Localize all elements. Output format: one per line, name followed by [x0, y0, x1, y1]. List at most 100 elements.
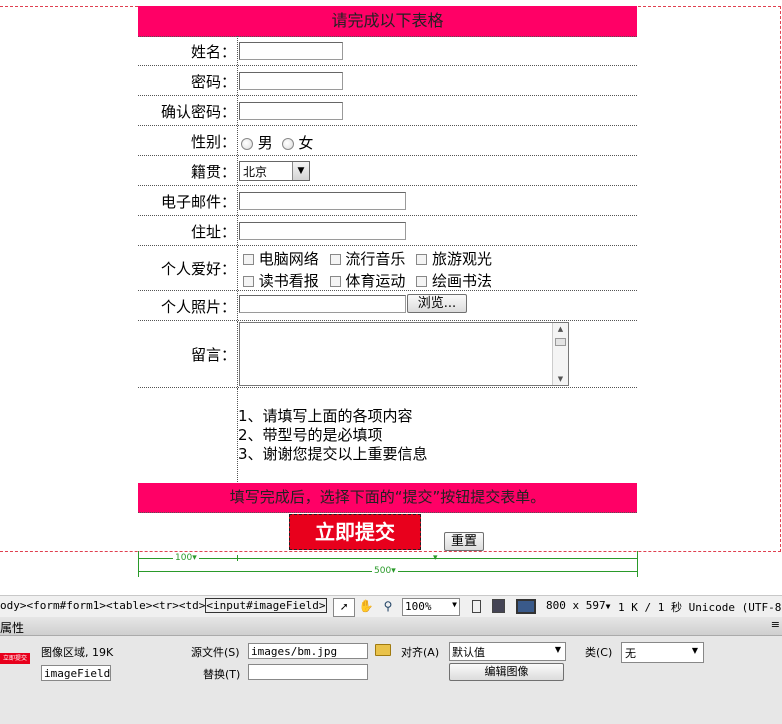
browse-button[interactable]: 浏览... — [407, 294, 467, 313]
origin-select-value: 北京 — [243, 165, 268, 179]
image-id-input[interactable]: imageField — [41, 665, 111, 681]
align-value: 默认值 — [452, 646, 485, 659]
hobby-checkbox-6[interactable] — [416, 276, 428, 287]
zoom-value: 100% — [405, 600, 432, 613]
width-ruler: 100▾ ▾ 500▾ — [138, 551, 638, 577]
hobby-label-2: 流行音乐 — [345, 250, 406, 268]
gender-label: 性别： — [190, 133, 236, 151]
class-value: 无 — [625, 647, 636, 660]
src-input[interactable]: images/bm.jpg — [248, 643, 368, 659]
row-address: 住址： — [138, 216, 637, 246]
hobby-checkbox-1[interactable] — [243, 254, 254, 265]
photo-label: 个人照片： — [160, 298, 236, 316]
zoom-chevron-icon: ▼ — [452, 600, 457, 609]
address-label: 住址： — [190, 223, 236, 241]
origin-select[interactable]: 北京 ▼ — [239, 161, 310, 181]
note-2: 2、带型号的是必填项 — [238, 426, 383, 444]
class-chevron-icon: ▼ — [691, 646, 698, 655]
align-chevron-icon: ▼ — [554, 645, 561, 654]
align-select[interactable]: 默认值 ▼ — [449, 642, 566, 661]
scroll-down-icon[interactable]: ▼ — [553, 373, 568, 385]
row-photo: 个人照片： 浏览... — [138, 291, 637, 321]
image-type-label: 图像区域, 19K — [41, 646, 114, 659]
row-origin: 籍贯： 北京 ▼ — [138, 156, 637, 186]
chevron-down-icon[interactable]: ▼ — [292, 162, 309, 180]
tag-body[interactable]: ody> — [0, 599, 27, 612]
confirm-password-label: 确认密码： — [160, 103, 236, 121]
row-gender: 性别： 男 女 — [138, 126, 637, 156]
form-header: 请完成以下表格 — [138, 6, 637, 37]
monitor-icon[interactable] — [516, 599, 536, 614]
ruler-col2-marker: ▾ — [433, 553, 438, 563]
window-size-readout[interactable]: 800 x 597▼ — [546, 599, 610, 612]
row-message: 留言： ▲ ▼ — [138, 321, 637, 388]
submit-image-text: 立即提交 — [315, 520, 395, 544]
message-label: 留言： — [190, 346, 236, 364]
window-size-medium-icon[interactable] — [492, 599, 505, 613]
panel-options-icon[interactable]: ≡ — [771, 618, 780, 631]
gender-male-radio[interactable] — [241, 137, 253, 150]
reset-button[interactable]: 重置 — [444, 532, 484, 551]
scroll-up-icon[interactable]: ▲ — [553, 323, 568, 335]
src-label: 源文件(S) — [191, 646, 240, 659]
gender-female-label: 女 — [298, 134, 314, 152]
tag-td[interactable]: <td> — [179, 599, 206, 612]
folder-icon[interactable] — [375, 644, 391, 656]
tag-selector-bar: ody><form#form1><table><tr><td><input#im… — [0, 595, 782, 618]
row-notes: 1、请填写上面的各项内容 2、带型号的是必填项 3、谢谢您提交以上重要信息 — [138, 388, 637, 482]
ruler-col1-label: 100▾ — [173, 553, 199, 563]
edit-image-button[interactable]: 编辑图像 — [449, 663, 564, 681]
form-footer: 填写完成后，选择下面的“提交”按钮提交表单。 — [138, 483, 637, 513]
form-boundary-top — [0, 6, 138, 7]
hobby-label: 个人爱好： — [160, 260, 236, 278]
photo-file-input[interactable] — [239, 295, 406, 313]
note-1: 1、请填写上面的各项内容 — [238, 407, 413, 425]
zoom-tool-icon[interactable]: ⚲ — [379, 598, 397, 615]
hobby-label-6: 绘画书法 — [431, 272, 492, 290]
password-input[interactable] — [239, 72, 343, 90]
form-title: 请完成以下表格 — [331, 11, 444, 30]
hobby-checkbox-3[interactable] — [416, 254, 428, 265]
hobby-checkbox-4[interactable] — [243, 276, 254, 287]
class-label: 类(C) — [585, 646, 613, 659]
row-password: 密码： — [138, 66, 637, 96]
gender-female-radio[interactable] — [281, 137, 294, 150]
thumbnail-text: 立即提交 — [2, 655, 27, 662]
row-confirm-password: 确认密码： — [138, 96, 637, 126]
properties-panel-header[interactable]: 属性 ≡ — [0, 617, 782, 636]
hobby-label-1: 电脑网络 — [258, 250, 319, 268]
tag-table[interactable]: <table> — [106, 599, 152, 612]
name-input[interactable] — [239, 42, 343, 60]
alt-input[interactable] — [248, 664, 368, 680]
pointer-tool-icon[interactable]: ➚ — [333, 598, 355, 617]
class-select[interactable]: 无 ▼ — [621, 642, 704, 663]
password-label: 密码： — [190, 73, 236, 91]
email-input[interactable] — [239, 192, 406, 210]
submit-image-button[interactable]: 立即提交 — [289, 514, 421, 550]
tag-input[interactable]: <input#imageField> — [205, 598, 327, 613]
message-textarea[interactable]: ▲ ▼ — [239, 322, 569, 386]
confirm-password-input[interactable] — [239, 102, 343, 120]
hand-tool-icon[interactable]: ✋ — [357, 598, 375, 615]
form-footer-text: 填写完成后，选择下面的“提交”按钮提交表单。 — [229, 488, 546, 506]
hobby-checkbox-2[interactable] — [329, 254, 341, 265]
name-label: 姓名： — [190, 43, 236, 61]
textarea-scrollbar[interactable]: ▲ ▼ — [552, 323, 568, 385]
email-label: 电子邮件： — [160, 193, 236, 211]
window-size-small-icon[interactable] — [472, 600, 481, 613]
zoom-select[interactable]: 100% ▼ — [402, 598, 460, 616]
scroll-thumb[interactable] — [555, 338, 566, 346]
properties-panel: 立即提交 图像区域, 19K imageField 源文件(S) images/… — [0, 636, 782, 724]
ruler-total-label: 500▾ — [372, 566, 398, 576]
address-input[interactable] — [239, 222, 406, 240]
image-thumbnail: 立即提交 — [0, 653, 30, 664]
form-boundary-right — [780, 6, 781, 552]
tag-form[interactable]: <form#form1> — [27, 599, 106, 612]
align-label: 对齐(A) — [401, 646, 440, 659]
hobby-checkbox-5[interactable] — [329, 276, 341, 287]
tag-tr[interactable]: <tr> — [152, 599, 179, 612]
hobby-label-5: 体育运动 — [345, 272, 406, 290]
row-hobby: 个人爱好： 电脑网络 流行音乐 旅游观光 读书看报 体育运动 绘画书法 — [138, 246, 637, 291]
properties-title: 属性 — [0, 621, 25, 635]
download-info: 1 K / 1 秒 Unicode (UTF-8) — [618, 601, 782, 614]
